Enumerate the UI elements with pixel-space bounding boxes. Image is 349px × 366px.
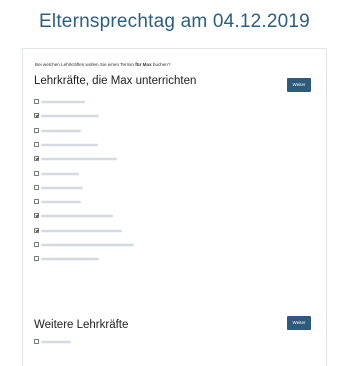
question-student: für Max [135, 62, 152, 67]
teacher-checkbox[interactable] [34, 170, 39, 176]
teacher-row[interactable] [34, 184, 154, 192]
teacher-row[interactable] [34, 155, 154, 163]
teacher-checkbox[interactable] [34, 141, 39, 147]
weiter-button-bottom[interactable]: Weiter [287, 316, 311, 330]
teacher-name-redacted [41, 115, 99, 118]
teacher-checkbox[interactable] [34, 213, 39, 219]
booking-question: Bei welchen Lehrkräften wollen Sie einen… [35, 62, 171, 67]
teacher-row[interactable] [34, 212, 154, 220]
teacher-checkbox[interactable] [34, 339, 39, 344]
question-suffix: buchen? [151, 62, 171, 67]
teacher-row[interactable] [34, 141, 154, 149]
teacher-row[interactable] [34, 127, 154, 135]
teacher-name-redacted [41, 158, 117, 161]
page-title: Elternsprechtag am 04.12.2019 [39, 11, 310, 32]
teacher-checkbox[interactable] [34, 256, 39, 262]
teacher-name-redacted [41, 258, 99, 261]
weiter-button-top[interactable]: Weiter [287, 78, 311, 92]
teacher-checkbox[interactable] [34, 156, 39, 162]
teacher-row[interactable] [34, 255, 154, 263]
teacher-row[interactable] [34, 98, 154, 106]
teacher-name-redacted [41, 244, 134, 246]
teacher-name-redacted [41, 215, 113, 218]
section-title-other-teachers: Weitere Lehrkräfte [34, 319, 129, 331]
teacher-name-redacted [41, 129, 81, 132]
teacher-name-redacted [41, 341, 71, 343]
teacher-name-redacted [41, 101, 85, 103]
teacher-name-redacted [41, 229, 122, 232]
teacher-checkbox[interactable] [34, 99, 39, 104]
teacher-row[interactable] [34, 170, 154, 178]
teacher-checkbox[interactable] [34, 127, 39, 133]
teacher-checkbox[interactable] [34, 199, 39, 205]
teacher-name-redacted [41, 143, 98, 146]
teacher-name-redacted [41, 172, 79, 175]
question-prefix: Bei welchen Lehrkräften wollen Sie einen… [35, 62, 136, 67]
teacher-checkbox[interactable] [34, 184, 39, 190]
teacher-row[interactable] [34, 227, 154, 235]
teacher-checkbox[interactable] [34, 242, 39, 247]
teacher-checkbox[interactable] [34, 227, 39, 233]
section-title-own-teachers: Lehrkräfte, die Max unterrichten [34, 75, 197, 87]
teacher-name-redacted [41, 201, 81, 204]
teacher-row[interactable] [34, 338, 154, 346]
teacher-row[interactable] [34, 241, 154, 249]
teacher-row[interactable] [34, 112, 154, 120]
teacher-row[interactable] [34, 198, 154, 206]
teacher-checkbox[interactable] [34, 113, 39, 119]
teacher-name-redacted [41, 186, 83, 189]
